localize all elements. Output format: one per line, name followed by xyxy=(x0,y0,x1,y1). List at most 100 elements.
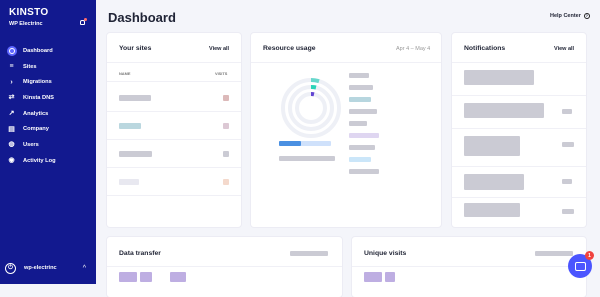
notification-divider xyxy=(452,95,586,96)
notification-redacted[interactable] xyxy=(464,103,544,118)
visits-divider xyxy=(352,266,586,267)
site-name-redacted[interactable] xyxy=(119,179,139,185)
unique-visits-value-redacted xyxy=(385,272,395,282)
sidebar-item-dashboard[interactable]: Dashboard xyxy=(0,43,96,59)
data-transfer-card: Data transfer xyxy=(107,237,342,297)
dashboard-icon xyxy=(7,45,17,56)
sidebar-item-sites[interactable]: ≡ Sites xyxy=(0,59,96,75)
analytics-icon: ↗ xyxy=(8,110,15,118)
sidebar-item-label: Dashboard xyxy=(23,47,53,54)
sidebar-item-migrations[interactable]: › Migrations xyxy=(0,74,96,90)
notifications-card: Notifications View all xyxy=(452,33,586,227)
row-divider xyxy=(107,111,241,112)
chat-badge: 1 xyxy=(585,251,594,260)
data-transfer-title: Data transfer xyxy=(119,250,161,257)
unique-visits-value-redacted xyxy=(364,272,382,282)
resource-usage-donut xyxy=(281,78,341,138)
legend-item-redacted xyxy=(349,133,379,138)
notification-redacted[interactable] xyxy=(464,174,524,190)
sidebar-item-company[interactable]: ▤ Company xyxy=(0,121,96,137)
sidebar-item-label: Migrations xyxy=(23,79,52,86)
row-divider xyxy=(107,139,241,140)
brand-logo[interactable]: KINSTO xyxy=(9,7,48,18)
notification-divider xyxy=(452,128,586,129)
sidebar-item-label: Users xyxy=(23,141,39,148)
legend-item-redacted xyxy=(349,73,369,78)
sidebar-item-activity-log[interactable]: ◉ Activity Log xyxy=(0,153,96,169)
legend-item-redacted xyxy=(349,85,373,90)
chevron-up-icon: ^ xyxy=(82,264,86,272)
sidebar-item-label: Sites xyxy=(23,63,37,70)
chat-button[interactable]: 1 xyxy=(568,251,594,278)
notifications-title: Notifications xyxy=(464,45,506,52)
notification-date-redacted xyxy=(562,142,574,147)
legend-item-redacted xyxy=(349,97,371,102)
resource-title: Resource usage xyxy=(263,45,316,52)
legend-item-redacted xyxy=(349,109,377,114)
migrations-icon: › xyxy=(10,78,13,86)
sites-icon: ≡ xyxy=(9,63,14,71)
resource-date-range[interactable]: Apr 4 – May 4 xyxy=(396,46,430,52)
site-visits-redacted xyxy=(223,179,229,185)
sidebar-item-analytics[interactable]: ↗ Analytics xyxy=(0,106,96,122)
sidebar-item-kinsta-dns[interactable]: ⇄ Kinsta DNS xyxy=(0,90,96,106)
activity-log-icon: ◉ xyxy=(8,157,15,165)
company-icon: ▤ xyxy=(8,125,15,133)
sidebar-item-users[interactable]: ◍ Users xyxy=(0,137,96,153)
transfer-divider xyxy=(107,266,342,267)
row-divider xyxy=(107,167,241,168)
sidebar-item-label: Company xyxy=(23,126,49,133)
notifications-view-all-link[interactable]: View all xyxy=(554,46,574,52)
notification-divider xyxy=(452,197,586,198)
help-center-label: Help Center xyxy=(550,13,581,19)
sites-title: Your sites xyxy=(119,45,152,52)
unique-visits-card: Unique visits xyxy=(352,237,586,297)
notification-redacted[interactable] xyxy=(464,203,520,217)
resource-divider xyxy=(251,62,441,63)
notification-redacted[interactable] xyxy=(464,136,520,156)
sidebar-nav: Dashboard ≡ Sites › Migrations ⇄ Kinsta … xyxy=(0,43,96,169)
site-name-redacted[interactable] xyxy=(119,151,152,157)
sites-header-line xyxy=(107,81,241,82)
site-visits-redacted xyxy=(223,151,229,157)
sites-divider xyxy=(107,62,241,63)
help-icon: ? xyxy=(583,13,590,19)
notification-date-redacted xyxy=(562,109,572,114)
data-transfer-value-redacted xyxy=(140,272,152,282)
data-transfer-range-redacted[interactable] xyxy=(290,251,328,256)
site-name-redacted[interactable] xyxy=(119,95,151,101)
legend-item-redacted xyxy=(349,121,367,126)
notifications-divider xyxy=(452,62,586,63)
legend-item-redacted xyxy=(349,157,371,162)
unique-visits-range-redacted[interactable] xyxy=(535,251,573,256)
main-content: Dashboard Help Center ? Your sites View … xyxy=(96,0,600,297)
legend-item-redacted xyxy=(349,169,379,174)
user-menu[interactable]: ⏻ wp-electrinc ^ xyxy=(5,262,91,274)
site-visits-redacted xyxy=(223,123,229,129)
site-name[interactable]: WP Electrinc xyxy=(9,21,43,27)
sidebar-item-label: Activity Log xyxy=(23,157,56,164)
sites-card: Your sites View all NAME VISITS xyxy=(107,33,241,227)
column-visits: VISITS xyxy=(215,71,228,76)
unique-visits-title: Unique visits xyxy=(364,250,407,257)
dns-icon: ⇄ xyxy=(8,94,15,102)
notification-date-redacted xyxy=(562,179,572,184)
notification-redacted[interactable] xyxy=(464,70,534,85)
notification-divider xyxy=(452,166,586,167)
site-visits-redacted xyxy=(223,95,229,101)
column-name: NAME xyxy=(119,71,131,76)
help-center-link[interactable]: Help Center ? xyxy=(550,13,590,19)
page-title: Dashboard xyxy=(108,10,176,25)
sidebar-item-label: Analytics xyxy=(23,110,49,117)
legend-item-redacted xyxy=(349,145,375,150)
resource-usage-card: Resource usage Apr 4 – May 4 xyxy=(251,33,441,227)
sidebar-item-label: Kinsta DNS xyxy=(23,94,54,101)
data-transfer-value-redacted xyxy=(119,272,137,282)
notification-date-redacted xyxy=(562,209,574,214)
data-transfer-value-redacted xyxy=(170,272,186,282)
chat-icon xyxy=(574,261,586,271)
sites-view-all-link[interactable]: View all xyxy=(209,46,229,52)
notification-bell-icon[interactable] xyxy=(80,18,87,25)
site-name-redacted[interactable] xyxy=(119,123,141,129)
sidebar: KINSTO WP Electrinc Dashboard ≡ Sites › … xyxy=(0,0,96,284)
